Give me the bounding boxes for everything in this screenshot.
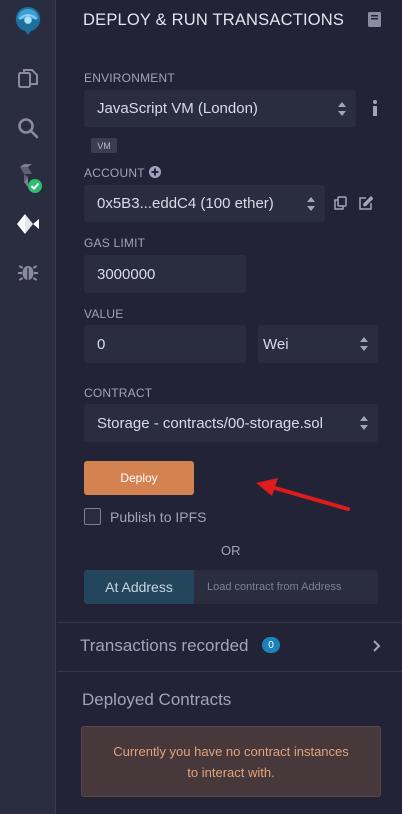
contract-select[interactable]: Storage - contracts/00-storage.sol — [84, 404, 378, 442]
no-instances-message: Currently you have no contract instances… — [113, 743, 349, 780]
publish-ipfs-checkbox[interactable] — [84, 508, 101, 525]
account-select[interactable]: 0x5B3...eddC4 (100 ether) — [84, 185, 325, 222]
search-icon[interactable] — [12, 112, 44, 144]
contract-label: CONTRACT — [84, 386, 153, 400]
environment-label: ENVIRONMENT — [84, 71, 175, 85]
debugger-icon[interactable] — [12, 256, 44, 288]
deploy-run-icon[interactable] — [12, 208, 44, 240]
chevron-right-icon[interactable] — [372, 639, 381, 653]
account-label: ACCOUNT — [84, 166, 145, 180]
account-selected-value: 0x5B3...eddC4 (100 ether) — [97, 195, 274, 212]
contract-selected-value: Storage - contracts/00-storage.sol — [97, 414, 323, 432]
select-arrows-icon — [307, 196, 315, 211]
deploy-button[interactable]: Deploy — [84, 461, 194, 495]
select-arrows-icon — [360, 337, 368, 351]
no-instances-alert: Currently you have no contract instances… — [81, 726, 381, 797]
value-label: VALUE — [84, 307, 124, 321]
transactions-recorded-title[interactable]: Transactions recorded — [80, 636, 249, 656]
remix-logo-icon[interactable] — [12, 6, 44, 38]
solidity-compiler-icon[interactable] — [12, 162, 44, 194]
publish-ipfs-label: Publish to IPFS — [110, 509, 207, 525]
deployed-contracts-title: Deployed Contracts — [82, 690, 232, 709]
select-arrows-icon — [360, 416, 368, 430]
at-address-button[interactable]: At Address — [84, 570, 194, 604]
panel-title: DEPLOY & RUN TRANSACTIONS — [83, 11, 345, 29]
divider — [57, 622, 402, 623]
value-unit-select[interactable]: Wei — [258, 325, 378, 363]
at-address-input[interactable]: Load contract from Address — [194, 570, 378, 604]
or-separator: OR — [221, 543, 241, 558]
vm-badge: VM — [91, 138, 117, 153]
documentation-icon[interactable] — [368, 12, 381, 27]
deploy-run-panel: DEPLOY & RUN TRANSACTIONS ENVIRONMENT Ja… — [57, 0, 402, 814]
value-amount-input[interactable]: 0 — [84, 325, 246, 363]
file-explorer-icon[interactable] — [12, 62, 44, 94]
info-icon[interactable] — [372, 100, 378, 116]
gas-limit-input[interactable]: 3000000 — [84, 255, 246, 293]
divider — [57, 671, 402, 672]
environment-selected-value: JavaScript VM (London) — [97, 100, 258, 117]
environment-select[interactable]: JavaScript VM (London) — [84, 90, 356, 127]
red-arrow-annotation — [256, 478, 350, 511]
select-arrows-icon — [338, 101, 346, 116]
copy-icon[interactable] — [334, 196, 347, 210]
transactions-count-badge: 0 — [262, 637, 280, 653]
edit-icon[interactable] — [359, 196, 373, 210]
gas-limit-label: GAS LIMIT — [84, 236, 146, 250]
plus-circle-icon[interactable] — [149, 166, 161, 178]
icon-panel — [0, 0, 56, 814]
value-unit-selected: Wei — [263, 335, 289, 353]
